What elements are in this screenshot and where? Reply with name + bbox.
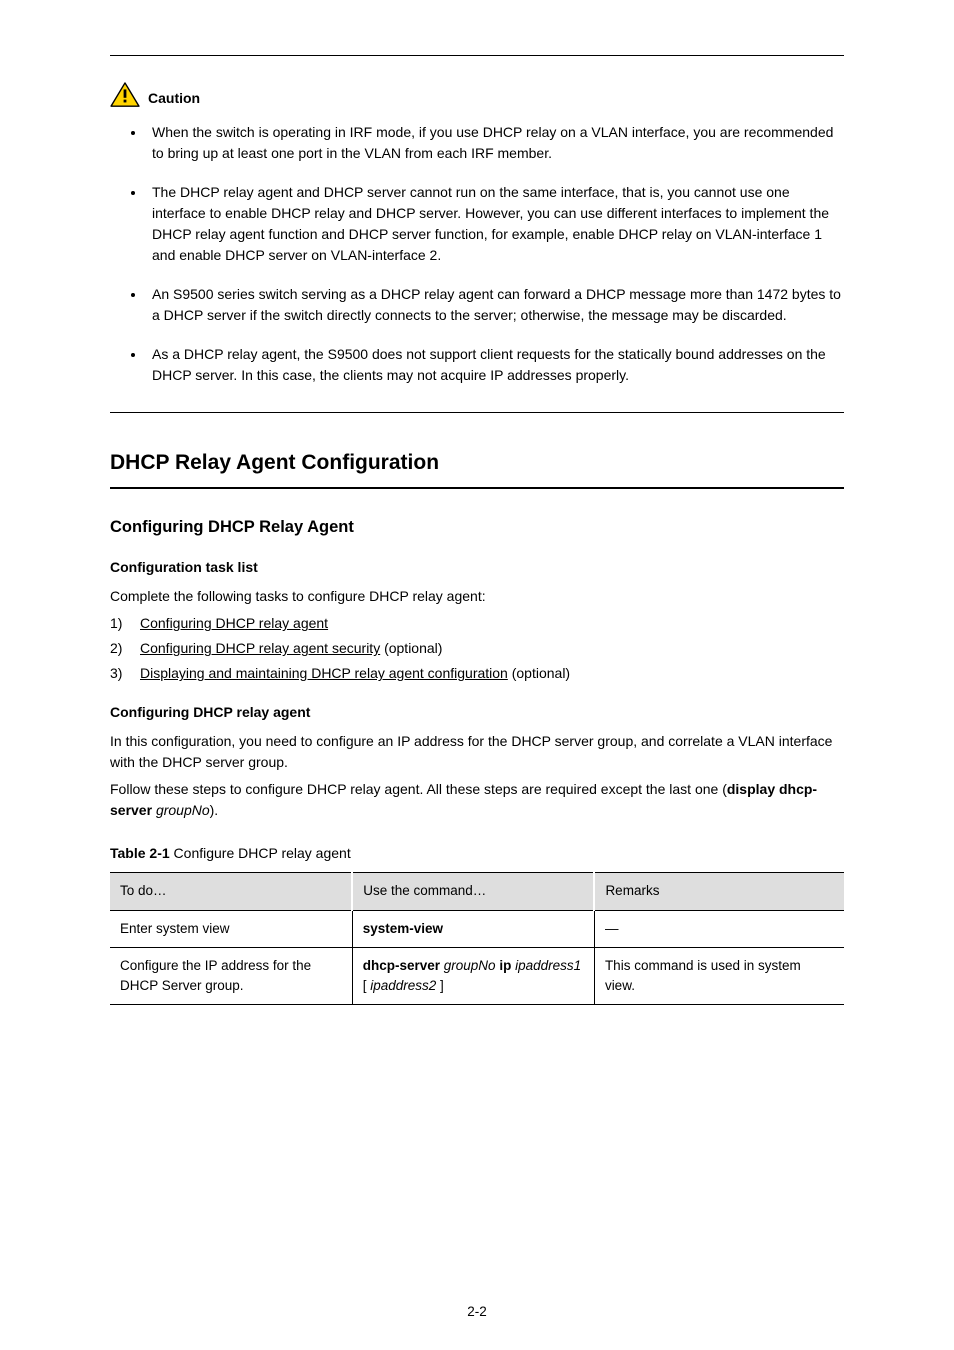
cell-arg: ipaddress1: [515, 958, 581, 973]
table-cell: This command is used in system view.: [594, 947, 844, 1005]
table-header: To do…: [110, 873, 352, 910]
table-caption: Table 2-1 Configure DHCP relay agent: [110, 843, 844, 864]
task-link[interactable]: Configuring DHCP relay agent security: [140, 640, 380, 656]
cell-command: dhcp-server: [363, 958, 440, 973]
page-number: 2-2: [0, 1302, 954, 1322]
cell-arg: ipaddress2: [370, 978, 436, 993]
table-header: Remarks: [594, 873, 844, 910]
cell-arg: groupNo: [444, 958, 496, 973]
block-heading: Configuring DHCP relay agent: [110, 702, 844, 723]
caution-bullet: The DHCP relay agent and DHCP server can…: [146, 182, 844, 266]
caution-header: Caution: [110, 82, 844, 114]
cell-command: ip: [496, 958, 516, 973]
inline-arg: groupNo: [156, 802, 210, 818]
task-list-item: 1) Configuring DHCP relay agent: [110, 613, 844, 634]
table-caption-id: Table 2-1: [110, 845, 170, 861]
task-list-item: 2) Configuring DHCP relay agent security…: [110, 638, 844, 659]
cell-bracket: ]: [436, 978, 444, 993]
table-row: Enter system view system-view —: [110, 910, 844, 947]
paragraph: Complete the following tasks to configur…: [110, 586, 844, 607]
top-rule: [110, 55, 844, 56]
paragraph: In this configuration, you need to confi…: [110, 731, 844, 773]
task-number: 2): [110, 638, 140, 659]
block-heading: Configuration task list: [110, 557, 844, 578]
task-number: 1): [110, 613, 140, 634]
table-cell: dhcp-server groupNo ip ipaddress1 [ ipad…: [352, 947, 594, 1005]
table-cell: Configure the IP address for the DHCP Se…: [110, 947, 352, 1005]
table-caption-text: Configure DHCP relay agent: [170, 845, 351, 861]
paragraph: Follow these steps to configure DHCP rel…: [110, 779, 844, 821]
paragraph-prefix: Follow these steps to configure DHCP rel…: [110, 781, 727, 797]
table-cell: Enter system view: [110, 910, 352, 947]
table-header-row: To do… Use the command… Remarks: [110, 873, 844, 910]
task-text: Displaying and maintaining DHCP relay ag…: [140, 663, 844, 684]
task-list-item: 3) Displaying and maintaining DHCP relay…: [110, 663, 844, 684]
task-link[interactable]: Displaying and maintaining DHCP relay ag…: [140, 665, 508, 681]
caution-bullet: When the switch is operating in IRF mode…: [146, 122, 844, 164]
caution-bullet-list: When the switch is operating in IRF mode…: [110, 122, 844, 386]
paragraph-suffix: ).: [210, 802, 219, 818]
caution-label: Caution: [148, 88, 200, 109]
table-cell: system-view: [352, 910, 594, 947]
task-link[interactable]: Configuring DHCP relay agent: [140, 615, 328, 631]
table-row: Configure the IP address for the DHCP Se…: [110, 947, 844, 1005]
subsection-heading: Configuring DHCP Relay Agent: [110, 515, 844, 540]
table-header: Use the command…: [352, 873, 594, 910]
task-text: Configuring DHCP relay agent security (o…: [140, 638, 844, 659]
section-separator: [110, 412, 844, 413]
section-heading: DHCP Relay Agent Configuration: [110, 447, 844, 479]
task-suffix: (optional): [508, 665, 570, 681]
task-text: Configuring DHCP relay agent: [140, 613, 844, 634]
task-suffix: (optional): [380, 640, 442, 656]
cell-command: system-view: [363, 921, 443, 936]
config-table: To do… Use the command… Remarks Enter sy…: [110, 872, 844, 1005]
caution-icon: [110, 82, 140, 114]
caution-bullet: As a DHCP relay agent, the S9500 does no…: [146, 344, 844, 386]
task-list: 1) Configuring DHCP relay agent 2) Confi…: [110, 613, 844, 684]
task-number: 3): [110, 663, 140, 684]
caution-bullet: An S9500 series switch serving as a DHCP…: [146, 284, 844, 326]
table-cell: —: [594, 910, 844, 947]
section-heading-underline: [110, 487, 844, 489]
